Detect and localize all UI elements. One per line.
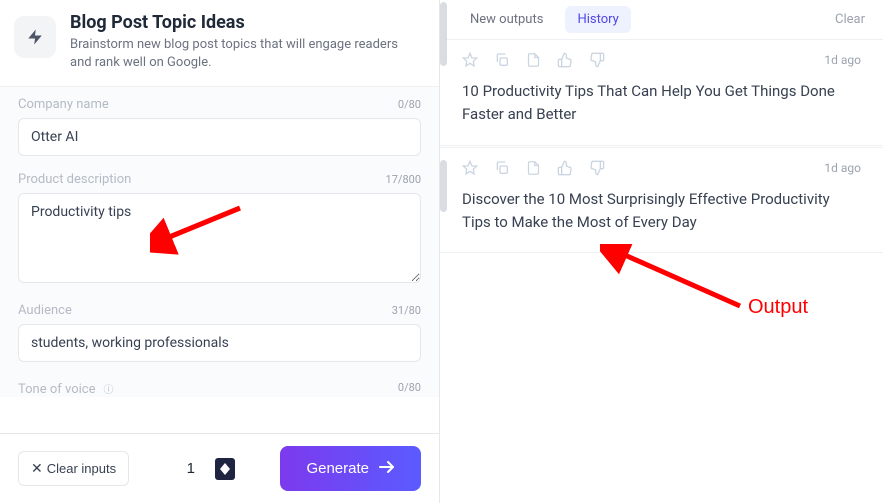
tab-new-outputs[interactable]: New outputs (458, 6, 555, 33)
output-card: 1d ago 10 Productivity Tips That Can Hel… (440, 39, 883, 146)
output-text: Discover the 10 Most Surprisingly Effect… (462, 188, 861, 235)
company-input[interactable] (18, 118, 421, 156)
header-text: Blog Post Topic Ideas Brainstorm new blo… (70, 12, 421, 72)
thumbs-down-icon[interactable] (589, 52, 605, 68)
company-label: Company name (18, 97, 109, 112)
output-actions: 1d ago (462, 160, 861, 176)
clear-inputs-button[interactable]: ✕ Clear inputs (18, 451, 129, 486)
clear-outputs-button[interactable]: Clear (835, 12, 865, 27)
field-company: Company name 0/80 (18, 97, 421, 156)
field-tone: Tone of voice ⓘ 0/80 (18, 378, 421, 397)
company-count: 0/80 (398, 98, 421, 111)
tab-history[interactable]: History (565, 6, 630, 33)
thumbs-up-icon[interactable] (557, 160, 573, 176)
audience-count: 31/80 (392, 304, 421, 317)
generate-label: Generate (306, 460, 369, 477)
tone-label: Tone of voice (18, 382, 95, 397)
field-description: Product description 17/800 (18, 172, 421, 287)
document-icon[interactable] (526, 52, 541, 68)
clear-inputs-label: Clear inputs (47, 461, 116, 476)
arrow-right-icon (379, 460, 395, 477)
form-area: Company name 0/80 Product description 17… (0, 86, 439, 397)
page-subtitle: Brainstorm new blog post topics that wil… (70, 36, 421, 72)
right-panel: New outputs History Clear 1d ago 10 Prod… (440, 0, 883, 503)
audience-input[interactable] (18, 324, 421, 362)
quantity-group (175, 458, 235, 480)
left-footer: ✕ Clear inputs Generate (0, 433, 439, 503)
generate-button[interactable]: Generate (280, 446, 421, 491)
outputs-list: 1d ago 10 Productivity Tips That Can Hel… (440, 39, 883, 503)
page-title: Blog Post Topic Ideas (70, 12, 421, 33)
thumbs-down-icon[interactable] (589, 160, 605, 176)
left-panel: Blog Post Topic Ideas Brainstorm new blo… (0, 0, 440, 503)
quantity-input[interactable] (175, 460, 207, 477)
document-icon[interactable] (526, 160, 541, 176)
star-icon[interactable] (462, 160, 478, 176)
copy-icon[interactable] (494, 52, 510, 68)
info-icon[interactable]: ⓘ (103, 385, 113, 396)
app-root: Blog Post Topic Ideas Brainstorm new blo… (0, 0, 883, 503)
left-scroll-area: Blog Post Topic Ideas Brainstorm new blo… (0, 0, 439, 433)
audience-label: Audience (18, 303, 72, 318)
field-audience: Audience 31/80 (18, 303, 421, 362)
description-input[interactable] (18, 193, 421, 283)
tone-count: 0/80 (398, 381, 421, 394)
thumbs-up-icon[interactable] (557, 52, 573, 68)
output-card: 1d ago Discover the 10 Most Surprisingly… (440, 147, 883, 254)
bolt-icon (14, 16, 56, 58)
scrollbar-thumb[interactable] (440, 160, 447, 212)
copy-icon[interactable] (494, 160, 510, 176)
description-label: Product description (18, 172, 131, 187)
star-icon[interactable] (462, 52, 478, 68)
output-timestamp: 1d ago (824, 53, 861, 67)
scrollbar-thumb[interactable] (440, 2, 447, 66)
description-count: 17/800 (386, 173, 421, 186)
right-header: New outputs History Clear (440, 0, 883, 39)
close-icon: ✕ (31, 460, 43, 477)
output-actions: 1d ago (462, 52, 861, 68)
tone-label-wrap: Tone of voice ⓘ (18, 378, 113, 397)
output-text: 10 Productivity Tips That Can Help You G… (462, 80, 861, 127)
output-timestamp: 1d ago (824, 161, 861, 175)
template-header: Blog Post Topic Ideas Brainstorm new blo… (0, 0, 439, 86)
quantity-stepper[interactable] (215, 458, 235, 480)
